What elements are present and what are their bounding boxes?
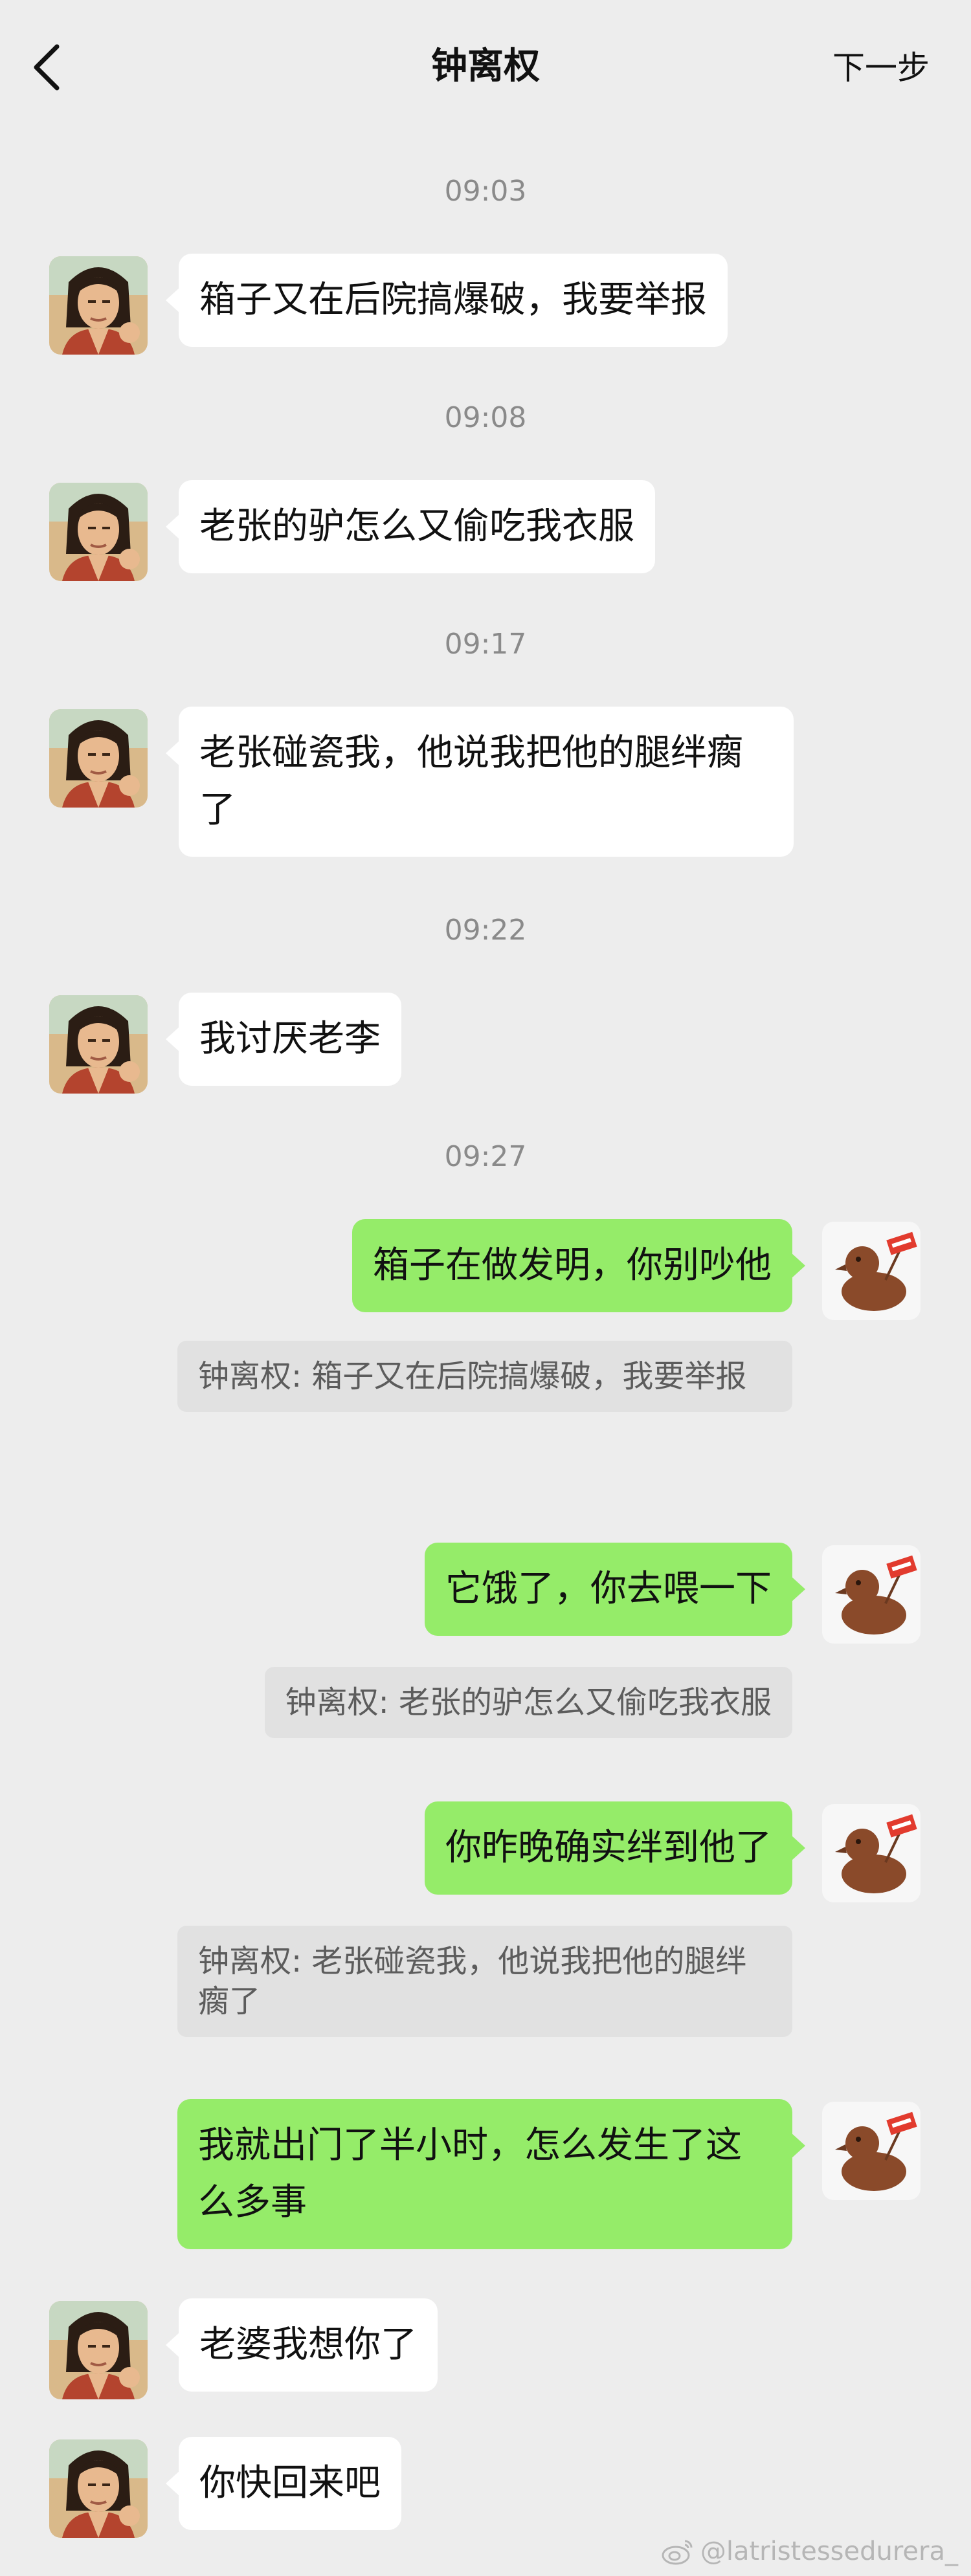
contact-avatar[interactable]: [49, 709, 148, 808]
quoted-message[interactable]: 钟离权: 箱子又在后院搞爆破，我要举报: [177, 1341, 792, 1412]
my-avatar[interactable]: [822, 1545, 921, 1644]
timestamp: 09:08: [444, 401, 527, 434]
incoming-message[interactable]: 你快回来吧: [166, 2437, 401, 2530]
outgoing-message[interactable]: 它饿了，你去喂一下: [425, 1543, 805, 1636]
next-step-button[interactable]: 下一步: [832, 45, 930, 91]
quoted-message[interactable]: 钟离权: 老张的驴怎么又偷吃我衣服: [264, 1667, 792, 1738]
weibo-icon: [662, 2540, 693, 2565]
contact-avatar[interactable]: [49, 995, 148, 1094]
incoming-message[interactable]: 箱子又在后院搞爆破，我要举报: [166, 254, 728, 347]
incoming-message[interactable]: 老张的驴怎么又偷吃我衣服: [166, 480, 655, 573]
incoming-message[interactable]: 老婆我想你了: [166, 2298, 438, 2392]
contact-avatar[interactable]: [49, 2439, 148, 2538]
outgoing-message[interactable]: 我就出门了半小时，怎么发生了这么多事: [177, 2099, 805, 2249]
incoming-message[interactable]: 我讨厌老李: [166, 993, 401, 1086]
my-avatar[interactable]: [822, 2102, 921, 2200]
timestamp: 09:03: [444, 175, 527, 208]
quoted-message[interactable]: 钟离权: 老张碰瓷我，他说我把他的腿绊瘸了: [177, 1926, 792, 2037]
watermark: @latristessedurera_: [660, 2535, 958, 2568]
timestamp: 09:17: [444, 628, 527, 661]
timestamp: 09:22: [444, 914, 527, 947]
incoming-message[interactable]: 老张碰瓷我，他说我把他的腿绊瘸了: [166, 707, 794, 857]
title-bar: 钟离权 下一步: [0, 0, 971, 129]
my-avatar[interactable]: [822, 1222, 921, 1320]
contact-avatar[interactable]: [49, 2301, 148, 2399]
outgoing-message[interactable]: 你昨晚确实绊到他了: [425, 1801, 805, 1895]
outgoing-message[interactable]: 箱子在做发明，你别吵他: [352, 1219, 805, 1312]
contact-avatar[interactable]: [49, 483, 148, 581]
watermark-text: @latristessedurera_: [700, 2537, 958, 2566]
page-title: 钟离权: [431, 45, 540, 87]
timestamp: 09:27: [444, 1140, 527, 1173]
my-avatar[interactable]: [822, 1804, 921, 1902]
contact-avatar[interactable]: [49, 256, 148, 355]
